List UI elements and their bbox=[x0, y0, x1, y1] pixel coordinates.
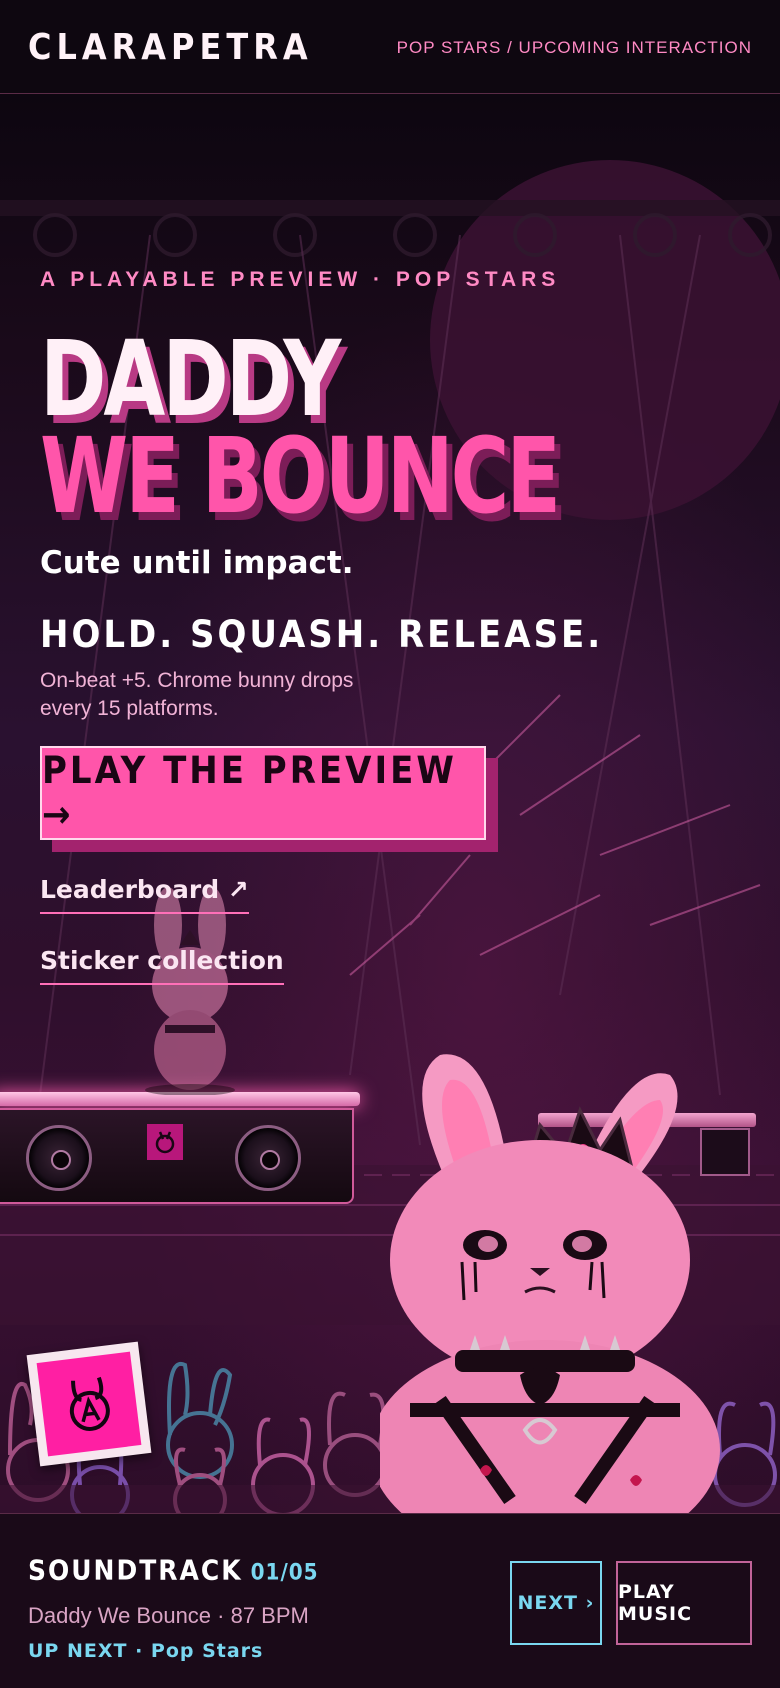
bunny-character-small bbox=[145, 887, 235, 1095]
track-info: Daddy We Bounce · 87 BPM bbox=[28, 1603, 309, 1628]
bunny-logo-icon bbox=[147, 1124, 183, 1160]
hero-section: A PLAYABLE PREVIEW · POP STARS DADDY WE … bbox=[0, 95, 780, 1513]
breadcrumb: POP STARS / UPCOMING INTERACTION bbox=[396, 38, 752, 57]
tagline: Cute until impact. bbox=[40, 545, 354, 581]
instructions-heading: HOLD. SQUASH. RELEASE. bbox=[40, 613, 604, 657]
game-title-line-2: WE BOUNCE bbox=[40, 415, 561, 537]
speaker-platform bbox=[0, 1108, 354, 1204]
soundtrack-bar: SOUNDTRACK 01/05 Daddy We Bounce · 87 BPM… bbox=[0, 1513, 780, 1688]
leaderboard-link[interactable]: Leaderboard ↗ bbox=[40, 875, 249, 914]
sticker-badge[interactable] bbox=[26, 1341, 152, 1467]
speaker-icon bbox=[235, 1125, 301, 1191]
soundtrack-heading: SOUNDTRACK 01/05 bbox=[28, 1554, 319, 1586]
up-next: UP NEXT · Pop Stars bbox=[28, 1640, 264, 1662]
next-track-button[interactable]: NEXT › bbox=[510, 1561, 602, 1645]
sticker-collection-link[interactable]: Sticker collection bbox=[40, 946, 284, 985]
brand-logo[interactable]: CLARAPETRA bbox=[28, 26, 313, 68]
eyebrow-text: A PLAYABLE PREVIEW · POP STARS bbox=[40, 268, 561, 291]
page: CLARAPETRA POP STARS / UPCOMING INTERACT… bbox=[0, 0, 780, 1688]
bunny-character bbox=[380, 1054, 720, 1513]
speaker-icon bbox=[26, 1125, 92, 1191]
description-line: On-beat +5. Chrome bunny drops bbox=[40, 669, 354, 692]
game-description: On-beat +5. Chrome bunny drops every 15 … bbox=[40, 667, 440, 723]
play-preview-label: PLAY THE PREVIEW → bbox=[42, 749, 457, 837]
play-preview-button[interactable]: PLAY THE PREVIEW → bbox=[40, 746, 486, 840]
play-music-button[interactable]: PLAY MUSIC bbox=[616, 1561, 752, 1645]
description-line: every 15 platforms. bbox=[40, 697, 219, 720]
track-counter: 01/05 bbox=[250, 1558, 319, 1585]
bunny-logo-icon bbox=[36, 1351, 142, 1457]
site-header: CLARAPETRA POP STARS / UPCOMING INTERACT… bbox=[0, 0, 780, 94]
soundtrack-label: SOUNDTRACK bbox=[28, 1554, 243, 1586]
